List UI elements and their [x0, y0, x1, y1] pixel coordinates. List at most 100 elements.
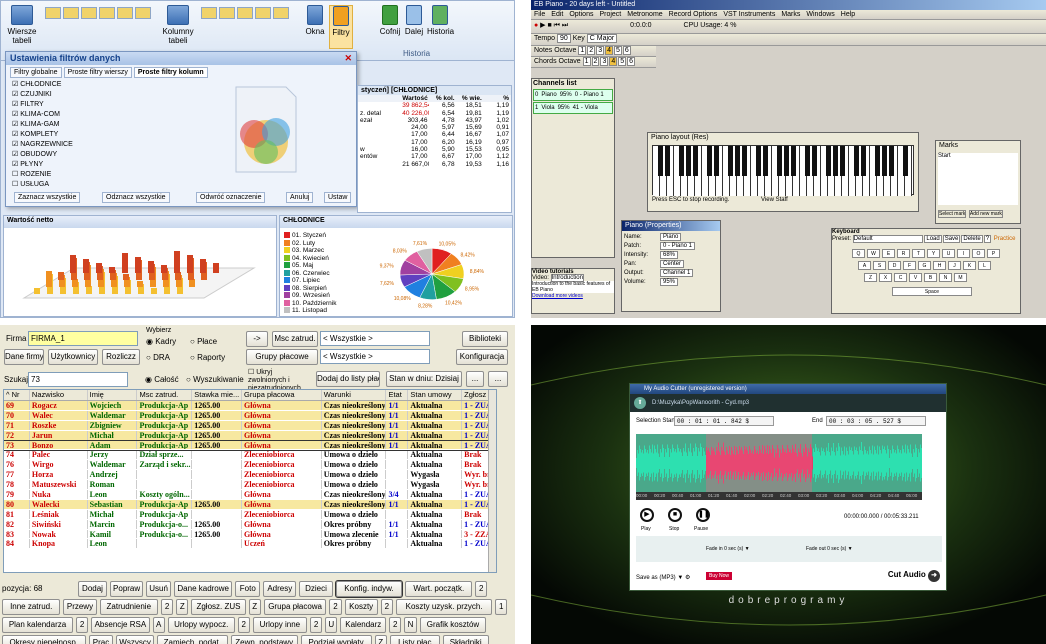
table-row[interactable]: 80 Walecki Sebastian Produkcja-Ap 1265.00 Głó… — [4, 499, 496, 510]
pause-button[interactable]: ❚❚ — [696, 508, 710, 522]
action-button[interactable]: Zewn. podstawy — [230, 635, 298, 644]
radio-kadry[interactable]: ◉ Kadry — [146, 337, 176, 346]
state-date-button[interactable]: Stan w dniu: Dzisiaj — [386, 371, 462, 387]
action-button[interactable]: Usuń — [146, 581, 171, 597]
table-row[interactable]: 78 Matuszewski Roman Zleceniobiorca Umowa o … — [4, 480, 496, 491]
tab-global-filters[interactable]: Filtry globalne — [10, 67, 62, 78]
key[interactable]: D — [888, 261, 901, 270]
menu-item[interactable]: VST Instruments — [723, 11, 775, 18]
black-key[interactable] — [763, 146, 768, 176]
black-key[interactable] — [903, 146, 908, 176]
octave-button[interactable]: 5 — [618, 57, 627, 66]
menu-item[interactable]: Marks — [781, 11, 800, 18]
key[interactable]: O — [972, 249, 985, 258]
key[interactable]: G — [918, 261, 931, 270]
search-input[interactable]: 73 — [28, 372, 128, 387]
redo-button[interactable]: Dalej — [403, 5, 425, 36]
table-row[interactable]: 77 Horza Andrzej Zleceniobiorca Umowa o dzie… — [4, 470, 496, 481]
menu-item[interactable]: Record Options — [669, 11, 718, 18]
gear-icon[interactable]: ⚙ — [685, 575, 690, 581]
key[interactable]: U — [942, 249, 955, 258]
action-button[interactable]: Foto — [235, 581, 261, 597]
table-row[interactable]: 71 Roszke Zbigniew Produkcja-Ap 1265.00 Główn… — [4, 420, 496, 431]
black-key[interactable] — [784, 146, 789, 176]
tab-row-filters[interactable]: Proste filtry wierszy — [63, 67, 132, 78]
key[interactable]: F — [903, 261, 916, 270]
pay-groups-button[interactable]: Grupy płacowe — [246, 349, 318, 365]
company-data-button[interactable]: Dane firmy — [4, 349, 44, 365]
key[interactable]: T — [912, 249, 925, 258]
octave-button[interactable]: 3 — [596, 46, 605, 55]
workplace-button[interactable]: Msc zatrud. — [272, 331, 318, 347]
action-button[interactable]: Dane kadrowe — [174, 581, 233, 597]
action-button[interactable]: 2 — [475, 581, 488, 597]
radio-wyszukiwanie[interactable]: ○ Wyszukiwanie — [186, 375, 244, 384]
action-button[interactable]: Koszty — [344, 599, 378, 615]
black-key[interactable] — [889, 146, 894, 176]
radio-raporty[interactable]: ○ Raporty — [190, 353, 225, 362]
octave-button[interactable]: 5 — [614, 46, 622, 55]
table-row[interactable]: 73 Bonzo Adam Produkcja-Ap 1265.00 Główna Czas… — [4, 439, 496, 452]
keyboard-preset-button[interactable]: Delete — [961, 235, 983, 243]
radio-place[interactable]: ○ Płace — [190, 337, 217, 346]
action-button[interactable]: Z — [248, 599, 261, 615]
key[interactable]: Y — [927, 249, 940, 258]
keyboard-preset-button[interactable]: ? — [983, 235, 992, 243]
action-button[interactable]: Wszyscy — [116, 635, 154, 644]
arrow-button[interactable]: -> — [246, 331, 268, 347]
column-header[interactable]: Imię — [88, 390, 138, 400]
action-button[interactable]: Zgłosz. ZUS — [191, 599, 246, 615]
table-row[interactable]: 74 Palec Jerzy Dział sprze... Zleceniobiorca… — [4, 450, 496, 461]
key[interactable]: Z — [864, 273, 877, 282]
users-button[interactable]: Użytkownicy — [48, 349, 98, 365]
table-row[interactable]: 76 Wirgo Waldemar Zarząd i sekr... Zleceniob… — [4, 460, 496, 471]
key[interactable]: H — [933, 261, 946, 270]
columns-button[interactable]: Kolumny tabeli — [161, 5, 195, 45]
open-file-icon[interactable]: ⬆ — [634, 397, 646, 409]
action-button[interactable]: 1 — [495, 599, 508, 615]
apply-button[interactable]: Ustaw — [324, 192, 352, 203]
action-button[interactable]: Dodaj — [78, 581, 107, 597]
filters-button[interactable]: Filtry — [329, 5, 353, 49]
black-key[interactable] — [805, 146, 810, 176]
black-key[interactable] — [686, 146, 691, 176]
selection-start-field[interactable]: 00 : 01 : 01 . 842 $ — [674, 416, 774, 426]
table-row[interactable]: 72 Jarun Michał Produkcja-Ap 1265.00 Główna Cz… — [4, 430, 496, 441]
column-header[interactable]: Nazwisko — [30, 390, 88, 400]
computer-keyboard[interactable]: Q W E R T Y U I O P A S D F G H J K L Z X C V B N M Space — [832, 243, 1020, 303]
octave-button[interactable]: 6 — [627, 57, 636, 66]
action-button[interactable]: Inne zatrud. — [2, 599, 61, 615]
black-key[interactable] — [854, 146, 859, 176]
category-checkbox[interactable]: ☐ USŁUGA — [6, 180, 356, 190]
play-button[interactable]: ▶ — [640, 508, 654, 522]
action-button[interactable]: 2 — [389, 617, 402, 633]
action-button[interactable]: 2 — [380, 599, 393, 615]
black-key[interactable] — [861, 146, 866, 176]
action-button[interactable]: A — [152, 617, 165, 633]
channel-item[interactable]: 0 Piano 95% 0 - Piano 1 — [533, 89, 613, 101]
settle-button[interactable]: Rozliczz — [102, 349, 140, 365]
action-button[interactable]: Wart. początk. — [405, 581, 473, 597]
history-button[interactable]: Historia — [427, 5, 454, 36]
key[interactable]: I — [957, 249, 970, 258]
key[interactable]: R — [897, 249, 910, 258]
table-row[interactable]: 81 Leśniak Michał Produkcja-Ap Zleceniobiorc… — [4, 509, 496, 520]
table-row[interactable]: 82 Siwiński Marcin Produkcja-o... 1265.00 Głó… — [4, 519, 496, 530]
black-key[interactable] — [840, 146, 845, 176]
black-key[interactable] — [658, 146, 663, 176]
configuration-button[interactable]: Konfiguracja — [456, 349, 508, 365]
menu-item[interactable]: Options — [569, 11, 593, 18]
libraries-button[interactable]: Biblioteki — [462, 331, 508, 347]
action-button[interactable]: 2 — [329, 599, 342, 615]
action-button[interactable]: Prac — [88, 635, 114, 644]
black-key[interactable] — [826, 146, 831, 176]
key[interactable]: Q — [852, 249, 865, 258]
octave-button[interactable]: 2 — [591, 57, 600, 66]
piano-keyboard[interactable] — [652, 145, 914, 196]
action-button[interactable]: Składniki — [442, 635, 489, 644]
black-key[interactable] — [882, 146, 887, 176]
action-button[interactable]: Urlopy wypocz. — [167, 617, 235, 633]
key[interactable]: V — [909, 273, 922, 282]
undo-button[interactable]: Cofnij — [379, 5, 401, 36]
windows-button[interactable]: Okna — [303, 5, 327, 36]
